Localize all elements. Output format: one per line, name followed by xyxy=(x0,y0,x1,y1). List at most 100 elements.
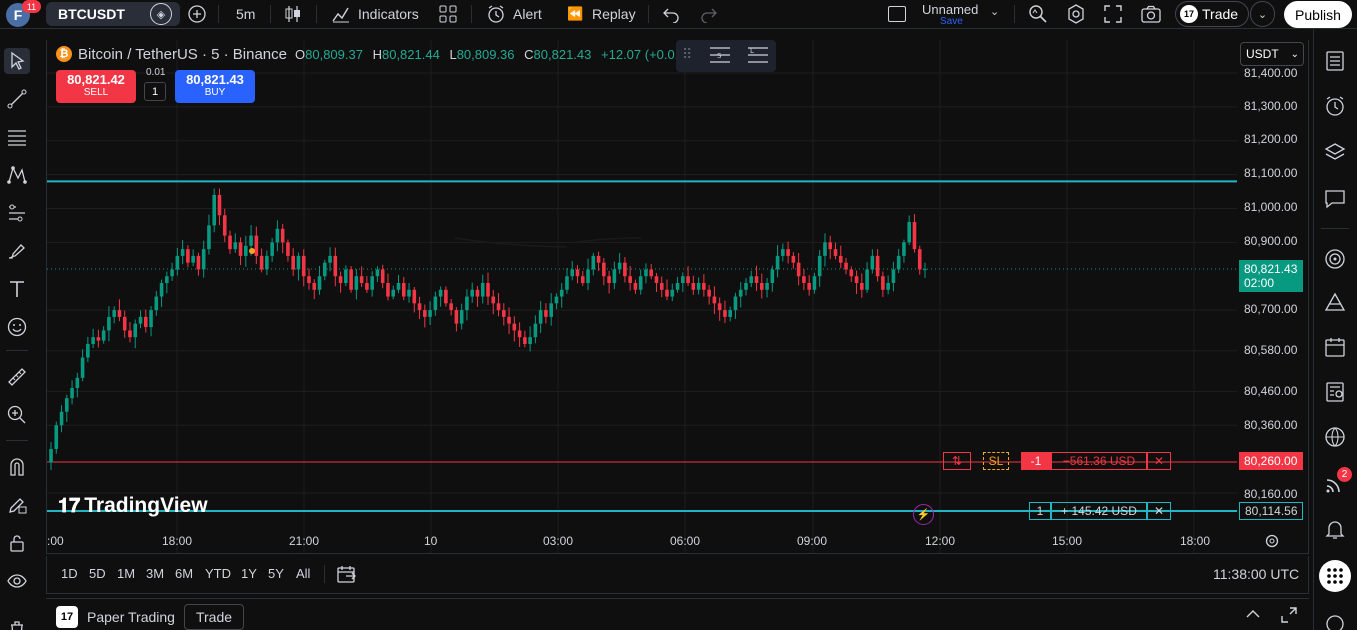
layout-save-label[interactable]: Save xyxy=(940,16,963,27)
pattern-icon[interactable] xyxy=(4,162,30,188)
candle-body xyxy=(396,283,401,290)
trend-line-icon[interactable] xyxy=(4,86,30,112)
news-icon[interactable] xyxy=(1321,378,1349,406)
settings-gear-icon[interactable] xyxy=(1066,0,1086,28)
redo-icon[interactable] xyxy=(700,0,718,28)
maximize-icon[interactable] xyxy=(1280,606,1298,627)
quantity-input[interactable]: 1 xyxy=(144,82,166,101)
chart-pane[interactable] xyxy=(46,40,1309,554)
lock-icon[interactable] xyxy=(4,530,30,556)
undo-icon[interactable] xyxy=(662,0,680,28)
range-1y[interactable]: 1Y xyxy=(241,566,257,581)
trade-button-label: Trade xyxy=(1202,6,1239,22)
camera-icon[interactable] xyxy=(1141,0,1161,28)
eye-icon[interactable] xyxy=(4,568,30,594)
range-3m[interactable]: 3M xyxy=(146,566,164,581)
apps-grid-icon[interactable] xyxy=(1319,560,1351,592)
take-profit-price-tag: 80,114.56 xyxy=(1239,502,1303,520)
chevron-up-icon[interactable] xyxy=(1243,604,1263,627)
ideas-icon[interactable] xyxy=(1321,288,1349,316)
range-1m[interactable]: 1M xyxy=(117,566,135,581)
axis-settings-gear-icon[interactable] xyxy=(1264,533,1280,552)
text-tool-icon[interactable] xyxy=(4,276,30,302)
price-tick: 81,300.00 xyxy=(1244,99,1298,113)
candle-body xyxy=(607,276,611,283)
globe-icon[interactable] xyxy=(1321,423,1349,451)
currency-select[interactable]: USDT ⌄ xyxy=(1240,42,1304,66)
zoom-in-icon[interactable] xyxy=(4,402,30,428)
stop-loss-close-button[interactable]: ✕ xyxy=(1147,452,1171,470)
layouts-grid-icon[interactable] xyxy=(439,0,457,28)
magnet-icon[interactable] xyxy=(4,454,30,480)
interval-button[interactable]: 5m xyxy=(236,0,255,28)
range-1d[interactable]: 1D xyxy=(61,566,78,581)
alerts-clock-icon[interactable] xyxy=(1321,92,1349,120)
compare-diamond-icon[interactable]: ◈ xyxy=(150,3,172,25)
sources-settings-icon[interactable]: S xyxy=(708,44,732,69)
candle-body xyxy=(907,222,912,243)
candle-type-icon[interactable] xyxy=(284,0,302,28)
trade-menu-chevron-icon[interactable]: ⌄ xyxy=(1250,1,1275,27)
candle-body xyxy=(370,276,374,290)
time-tick: 10 xyxy=(424,534,438,548)
take-profit-pnl[interactable]: + 145.42 USD xyxy=(1051,502,1147,520)
range-ytd[interactable]: YTD xyxy=(205,566,231,581)
bottom-trade-button[interactable]: Trade xyxy=(184,604,244,630)
reverse-position-icon[interactable]: ⇅ xyxy=(943,452,971,470)
candle-body xyxy=(217,194,222,216)
watchlist-icon[interactable] xyxy=(1321,47,1349,75)
cursor-icon[interactable] xyxy=(4,48,30,74)
alert-button[interactable]: Alert xyxy=(513,0,542,28)
range-5y[interactable]: 5Y xyxy=(268,566,284,581)
candle-body xyxy=(644,269,648,277)
stop-loss-qty[interactable]: -1 xyxy=(1021,452,1051,470)
emoji-icon[interactable] xyxy=(4,314,30,340)
replay-icon[interactable]: ⏪ xyxy=(567,0,583,28)
lightning-icon[interactable]: ⚡ xyxy=(913,504,934,525)
divider xyxy=(6,440,28,441)
layers-icon[interactable] xyxy=(1321,138,1349,166)
layout-name[interactable]: Unnamed xyxy=(922,2,978,17)
take-profit-close-button[interactable]: ✕ xyxy=(1147,502,1171,520)
goto-date-icon[interactable] xyxy=(337,565,357,586)
stop-loss-pnl[interactable]: −561.36 USD xyxy=(1051,452,1147,470)
fib-retracement-icon[interactable] xyxy=(4,124,30,150)
symbol-title[interactable]: Bitcoin / TetherUS · 5 · Binance xyxy=(78,46,287,63)
alert-clock-icon[interactable] xyxy=(486,0,506,28)
notifications-bell-icon[interactable] xyxy=(1321,515,1349,543)
sell-button[interactable]: 80,821.42 SELL xyxy=(56,70,136,103)
take-profit-qty[interactable]: 1 xyxy=(1029,502,1051,520)
trash-icon[interactable] xyxy=(4,616,30,630)
add-symbol-icon[interactable] xyxy=(187,0,207,28)
target-icon[interactable] xyxy=(1321,245,1349,273)
layers-settings-icon[interactable]: L xyxy=(746,44,770,69)
chat-icon[interactable] xyxy=(1321,185,1349,213)
range-5d[interactable]: 5D xyxy=(89,566,106,581)
ruler-icon[interactable] xyxy=(4,364,30,390)
quick-search-icon[interactable] xyxy=(1028,0,1048,28)
forecast-icon[interactable] xyxy=(4,200,30,226)
drag-handle-icon[interactable]: ⠿ xyxy=(682,46,692,63)
publish-button[interactable]: Publish xyxy=(1284,1,1352,28)
lock-drawing-icon[interactable] xyxy=(4,492,30,518)
range-all[interactable]: All xyxy=(296,566,310,581)
stop-loss-tag[interactable]: SL xyxy=(983,452,1009,470)
chevron-down-icon[interactable]: ⌄ xyxy=(990,5,999,18)
calendar-icon[interactable] xyxy=(1321,333,1349,361)
layout-checkbox-icon[interactable] xyxy=(888,6,906,22)
top-toolbar: F 11 BTCUSDT ◈ 5m Indicators Alert ⏪ Rep… xyxy=(0,0,1357,29)
brush-icon[interactable] xyxy=(4,238,30,264)
indicators-button[interactable]: Indicators xyxy=(358,0,419,28)
ohlc-values: O80,809.37 H80,821.44 L80,809.36 C80,821… xyxy=(295,47,694,62)
indicators-icon[interactable] xyxy=(331,0,351,28)
price-chart[interactable] xyxy=(47,40,1309,554)
range-6m[interactable]: 6M xyxy=(175,566,193,581)
price-tick: 80,580.00 xyxy=(1244,343,1298,357)
buy-button[interactable]: 80,821.43 BUY xyxy=(175,70,255,103)
help-icon[interactable] xyxy=(1321,610,1349,630)
utc-clock[interactable]: 11:38:00 UTC xyxy=(1213,566,1299,582)
replay-button[interactable]: Replay xyxy=(592,0,636,28)
candle-body xyxy=(549,303,553,317)
paper-trading-title[interactable]: Paper Trading xyxy=(87,609,175,625)
fullscreen-icon[interactable] xyxy=(1104,0,1122,28)
